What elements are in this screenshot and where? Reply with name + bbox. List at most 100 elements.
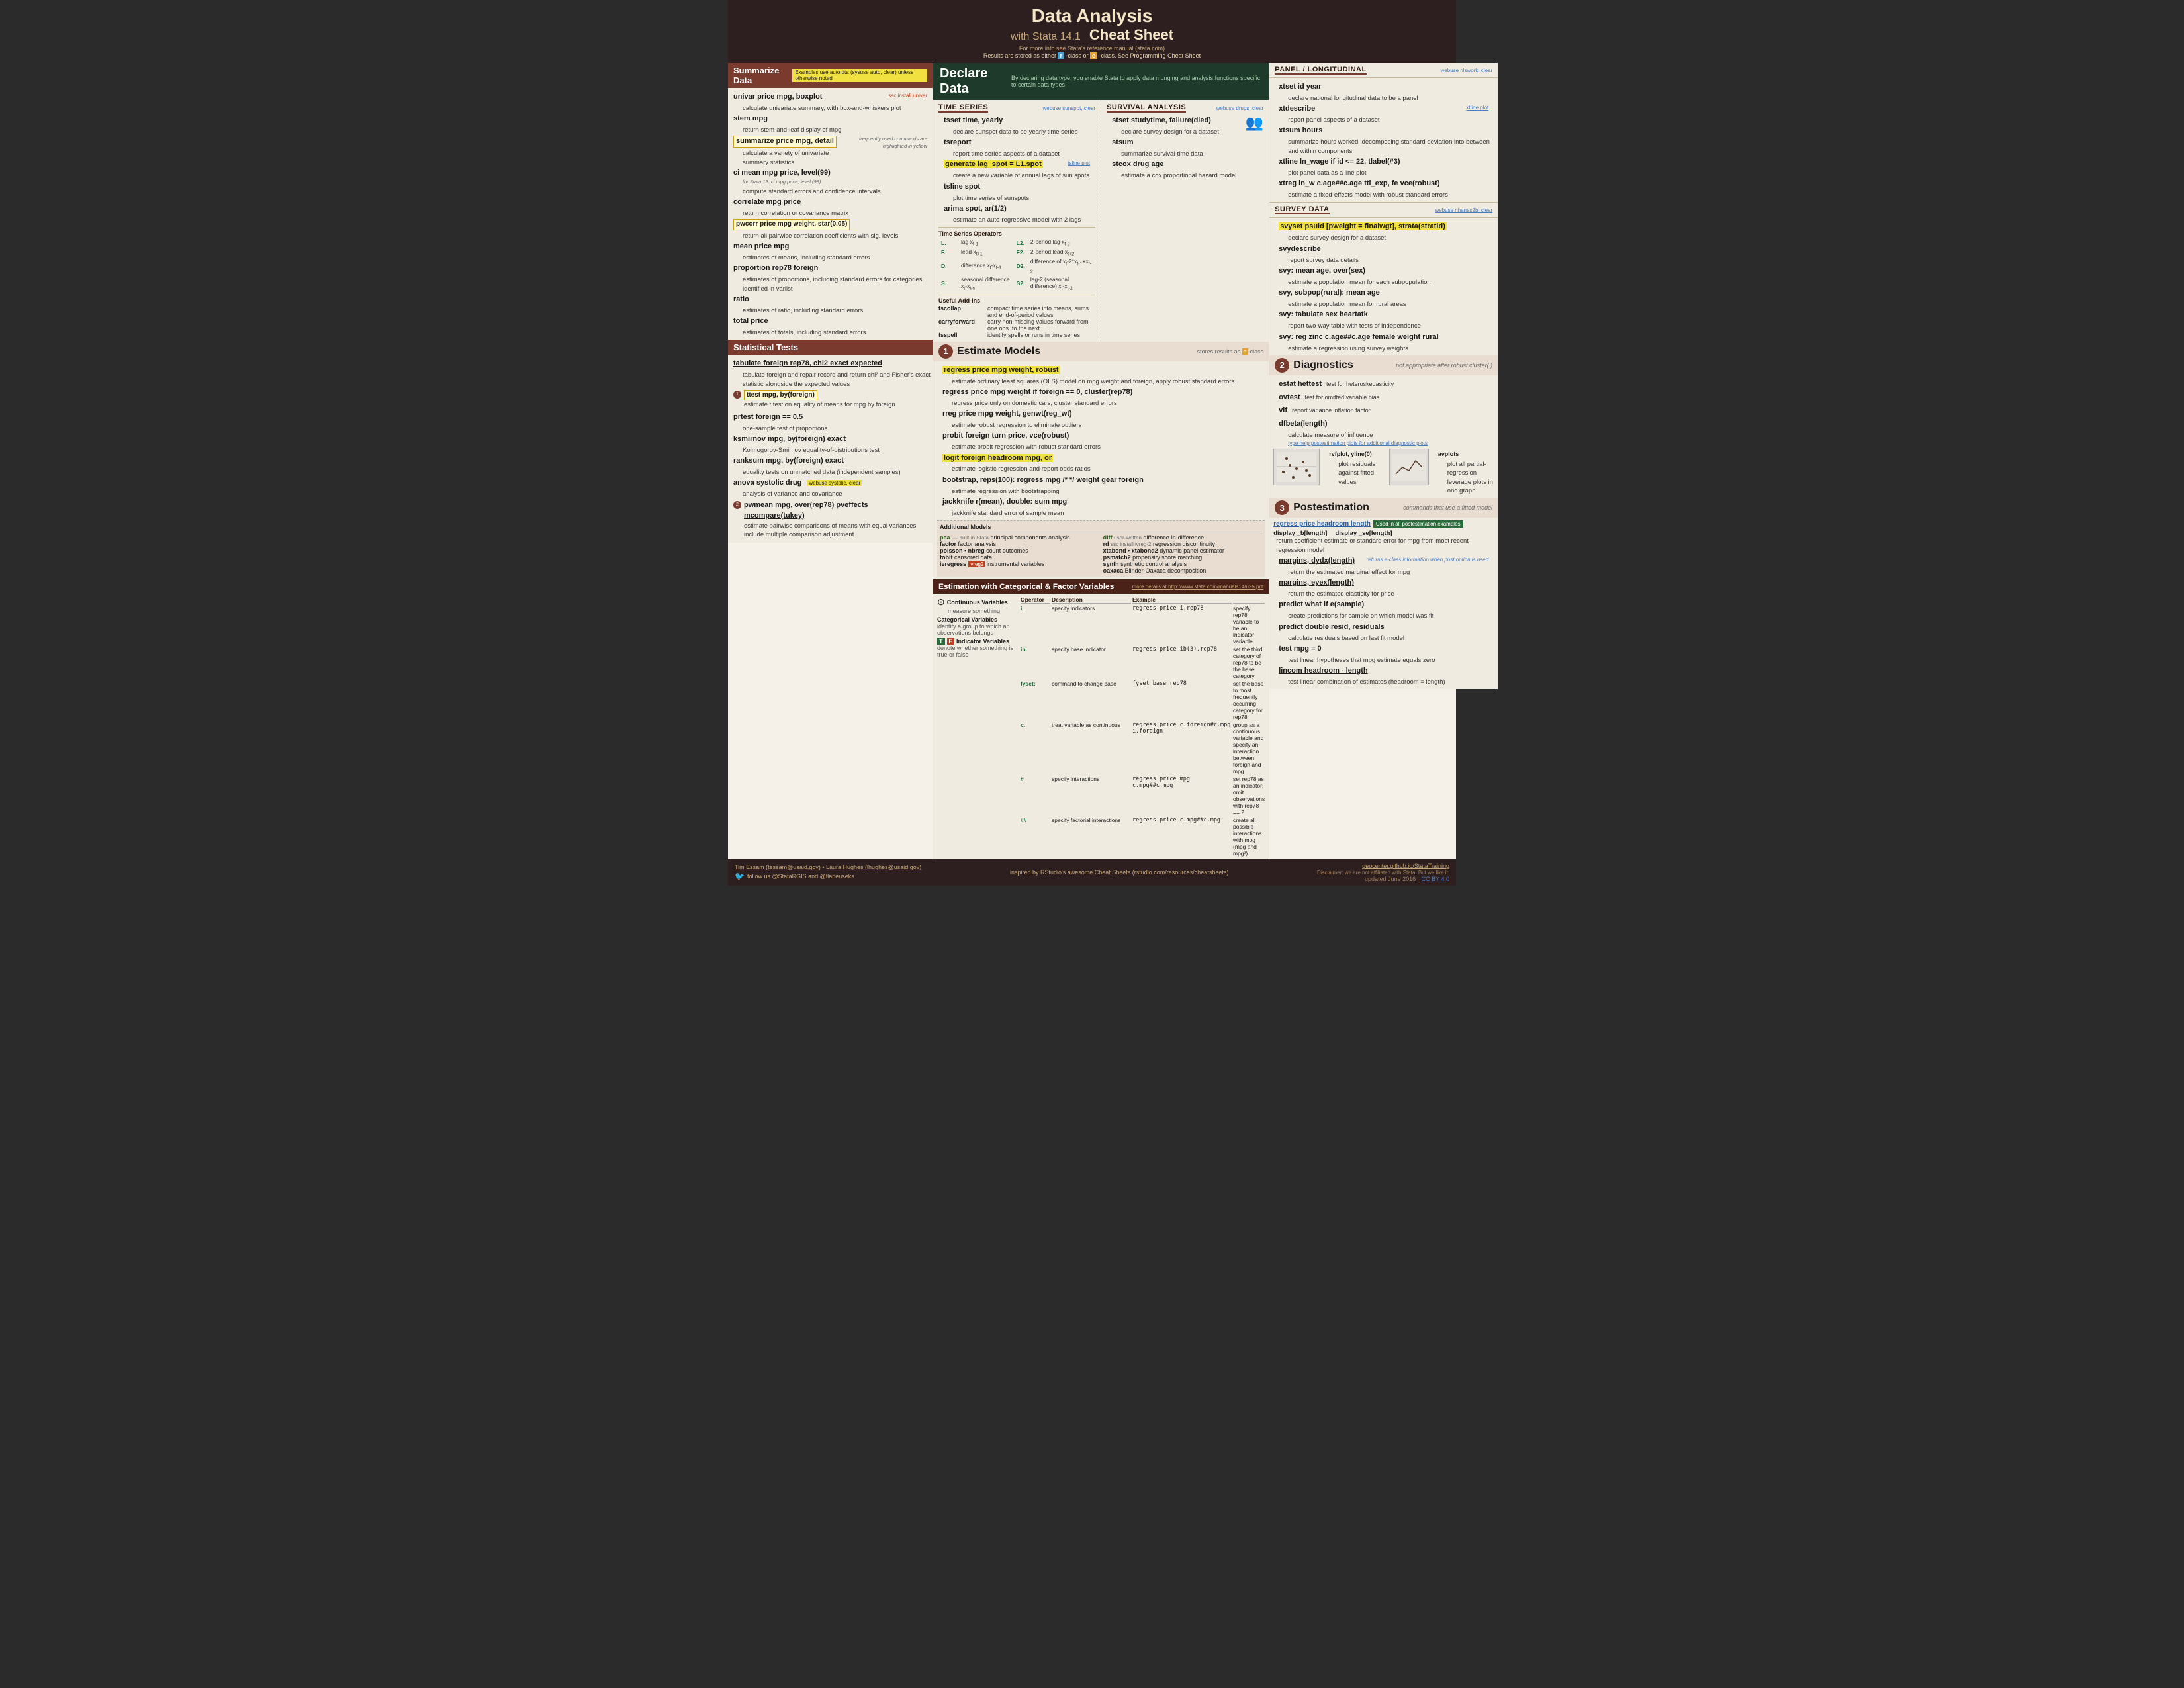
main-content: Summarize Data Examples use auto.dta (sy… — [728, 63, 1456, 859]
author2[interactable]: Laura Hughes (lhughes@usaid.gov) — [826, 864, 921, 870]
vif-desc: report variance inflation factor — [1292, 407, 1371, 414]
svydescribe-cmd: svydescribe — [1273, 243, 1494, 256]
footer-left: Tim Essam (tessam@usaid.gov) • Laura Hug… — [735, 864, 921, 881]
op-row-2: F.lead xt+1 F2.2-period lead xt+2 — [938, 248, 1095, 258]
postestimation-header: 3 Postestimation commands that use a fit… — [1269, 498, 1498, 518]
rd-row: rd ssc install ivreg-2 regression discon… — [1103, 541, 1263, 547]
display-b-cmd: display _b[length] — [1273, 530, 1327, 537]
op-c-ex: regress price c.foreign#c.mpg i.foreign — [1132, 722, 1232, 774]
univar-desc: calculate univariate summary, with box-a… — [728, 104, 933, 113]
estimate-num: 1 — [938, 344, 953, 359]
diag-left: estat hettest test for heteroskedasticit… — [1273, 378, 1494, 447]
ratio-desc: estimates of ratio, including standard e… — [728, 306, 933, 315]
time-series-title: Time Series — [938, 103, 988, 113]
pwcorr-desc: return all pairwise correlation coeffici… — [728, 232, 933, 240]
footer: Tim Essam (tessam@usaid.gov) • Laura Hug… — [728, 859, 1456, 886]
bootstrap-cmd: bootstrap, reps(100): regress mpg /* */ … — [937, 474, 1265, 487]
tsline-cmd: tsline spot — [938, 181, 1095, 194]
var-types: ⊙ Continuous Variables measure something… — [937, 596, 1017, 857]
summarize-example-note: Examples use auto.dta (sysuse auto, clea… — [792, 69, 927, 82]
regress2-desc: regress price only on domestic cars, clu… — [937, 399, 1265, 408]
center-column: Declare Data By declaring data type, you… — [933, 63, 1269, 859]
svy-mean-cmd: svy: mean age, over(sex) — [1273, 265, 1494, 278]
op-fyset: fyset: — [1021, 680, 1050, 720]
postestimation-note: commands that use a fitted model — [1403, 504, 1492, 511]
right-column: Panel / Longitudinal webuse nlswork, cle… — [1269, 63, 1498, 859]
op-d: D. — [938, 258, 958, 275]
operators-section: Operator Description Example i. specify … — [1021, 596, 1265, 857]
stcox-desc: estimate a cox proportional hazard model — [1107, 171, 1242, 180]
post-regress-cmd: regress price headroom length — [1273, 520, 1371, 528]
op-hash: # — [1021, 776, 1050, 816]
op-l2-desc: 2-period lag xt-2 — [1028, 238, 1095, 248]
ratio-cmd: ratio — [728, 293, 933, 306]
pwmean-desc: estimate pairwise comparisons of means w… — [744, 522, 927, 539]
prtest-desc: one-sample test of proportions — [728, 424, 933, 433]
postestimation-title: Postestimation — [1293, 502, 1369, 514]
stem-cmd: stem mpg — [728, 113, 933, 126]
footer-right: geocenter.github.io/StataTraining Discla… — [1317, 863, 1449, 882]
op-i-desc: specify indicators — [1052, 605, 1131, 645]
geocenter-link[interactable]: geocenter.github.io/StataTraining — [1362, 863, 1449, 869]
op-d-desc: difference xt-xt-1 — [958, 258, 1014, 275]
stem-desc: return stem-and-leaf display of mpg — [728, 126, 933, 134]
declare-data-note: By declaring data type, you enable Stata… — [1011, 75, 1262, 88]
tscollap-desc: compact time series into means, sums and… — [987, 305, 1095, 318]
post-regress-note: Used in all postestimation examples — [1373, 520, 1463, 528]
predict-cmd: predict what if e(sample) — [1273, 598, 1494, 612]
op-fyset-desc: command to change base — [1052, 680, 1131, 720]
logit-cmd: logit foreign headroom mpg, or — [937, 452, 1265, 465]
op-d2: D2. — [1014, 258, 1028, 275]
scatter-svg — [1277, 452, 1316, 482]
declare-data-header: Declare Data By declaring data type, you… — [933, 63, 1269, 100]
continuous-icon: ⊙ — [937, 596, 945, 608]
diagnostics-title: Diagnostics — [1293, 359, 1353, 371]
xtdescribe-cmd: xtdescribe xtline plot — [1273, 103, 1494, 116]
diagnostics-section: 2 Diagnostics not appropriate after robu… — [1269, 355, 1498, 498]
xtsum-cmd: xtsum hours — [1273, 124, 1494, 138]
e-class-badge: e — [1090, 52, 1097, 59]
op-l-desc: lag xt-1 — [958, 238, 1014, 248]
xtabond-row: xtabond • xtabond2 dynamic panel estimat… — [1103, 547, 1263, 554]
updated: updated June 2016 — [1365, 876, 1416, 882]
svy-reg-desc: estimate a regression using survey weigh… — [1273, 344, 1494, 353]
header: Data Analysis with Stata 14.1 Cheat Shee… — [728, 0, 1456, 63]
subtitle: with Stata 14.1 — [1011, 31, 1081, 42]
cheatsheet-label: Cheat Sheet — [1089, 26, 1173, 43]
rreg-cmd: rreg price mpg weight, genwt(reg_wt) — [937, 408, 1265, 421]
categorical-title: Estimation with Categorical & Factor Var… — [938, 582, 1114, 591]
margins-dydx-desc: return the estimated marginal effect for… — [1273, 568, 1494, 577]
test-cmd: test mpg = 0 — [1273, 643, 1494, 656]
pca-row: pca — built-in Stata principal component… — [940, 534, 1099, 541]
op-c-desc: treat variable as continuous — [1052, 722, 1131, 774]
ivreg-badge: ivreg2 — [968, 561, 985, 567]
stcox-cmd: stcox drug age — [1107, 158, 1242, 171]
summarize-title: Summarize Data — [733, 66, 788, 85]
op-dhash-ex: regress price c.mpg##c.mpg — [1132, 817, 1232, 857]
categorical-header: Estimation with Categorical & Factor Var… — [933, 579, 1269, 594]
op-hash-desc: specify interactions — [1052, 776, 1131, 816]
tsset-desc: declare sunspot data to be yearly time s… — [938, 128, 1095, 136]
survival-content: stset studytime, failure(died) declare s… — [1107, 115, 1263, 181]
svyset-desc: declare survey design for a dataset — [1273, 234, 1494, 242]
categorical-content: ⊙ Continuous Variables measure something… — [933, 594, 1269, 859]
op-c: c. — [1021, 722, 1050, 774]
diagnostics-num: 2 — [1275, 358, 1289, 373]
op-f: F. — [938, 248, 958, 258]
ovtest-cmd: ovtest test for omitted variable bias — [1273, 391, 1494, 404]
carryforward-desc: carry non-missing values forward from on… — [987, 318, 1095, 332]
addl-models-title: Additional Models — [940, 524, 991, 530]
pwcorr-highlighted: pwcorr price mpg weight, star(0.05) — [733, 219, 850, 230]
rvfplot-cmd: rvfplot, yline(0) — [1324, 449, 1385, 460]
tabulate-cmd: tabulate foreign rep78, chi2 exact expec… — [728, 357, 933, 371]
survival-subsection: Survival Analysis webuse drugs, clear st… — [1101, 100, 1269, 342]
dfbeta-desc: calculate measure of influence — [1273, 431, 1494, 440]
op-row-3: D.difference xt-xt-1 D2.difference of xt… — [938, 258, 1095, 275]
ci-desc: compute standard errors and confidence i… — [728, 187, 933, 196]
author1[interactable]: Tim Essam (tessam@usaid.gov) — [735, 864, 821, 870]
categorical-desc: identify a group to which an observation… — [937, 623, 1017, 636]
ci-note: for Stata 13: ci mpg price, level (99) — [733, 179, 927, 186]
op-f-desc: lead xt+1 — [958, 248, 1014, 258]
exdesc-header — [1233, 596, 1265, 604]
estimate-models-header: 1 Estimate Models stores results as e-cl… — [933, 342, 1269, 361]
